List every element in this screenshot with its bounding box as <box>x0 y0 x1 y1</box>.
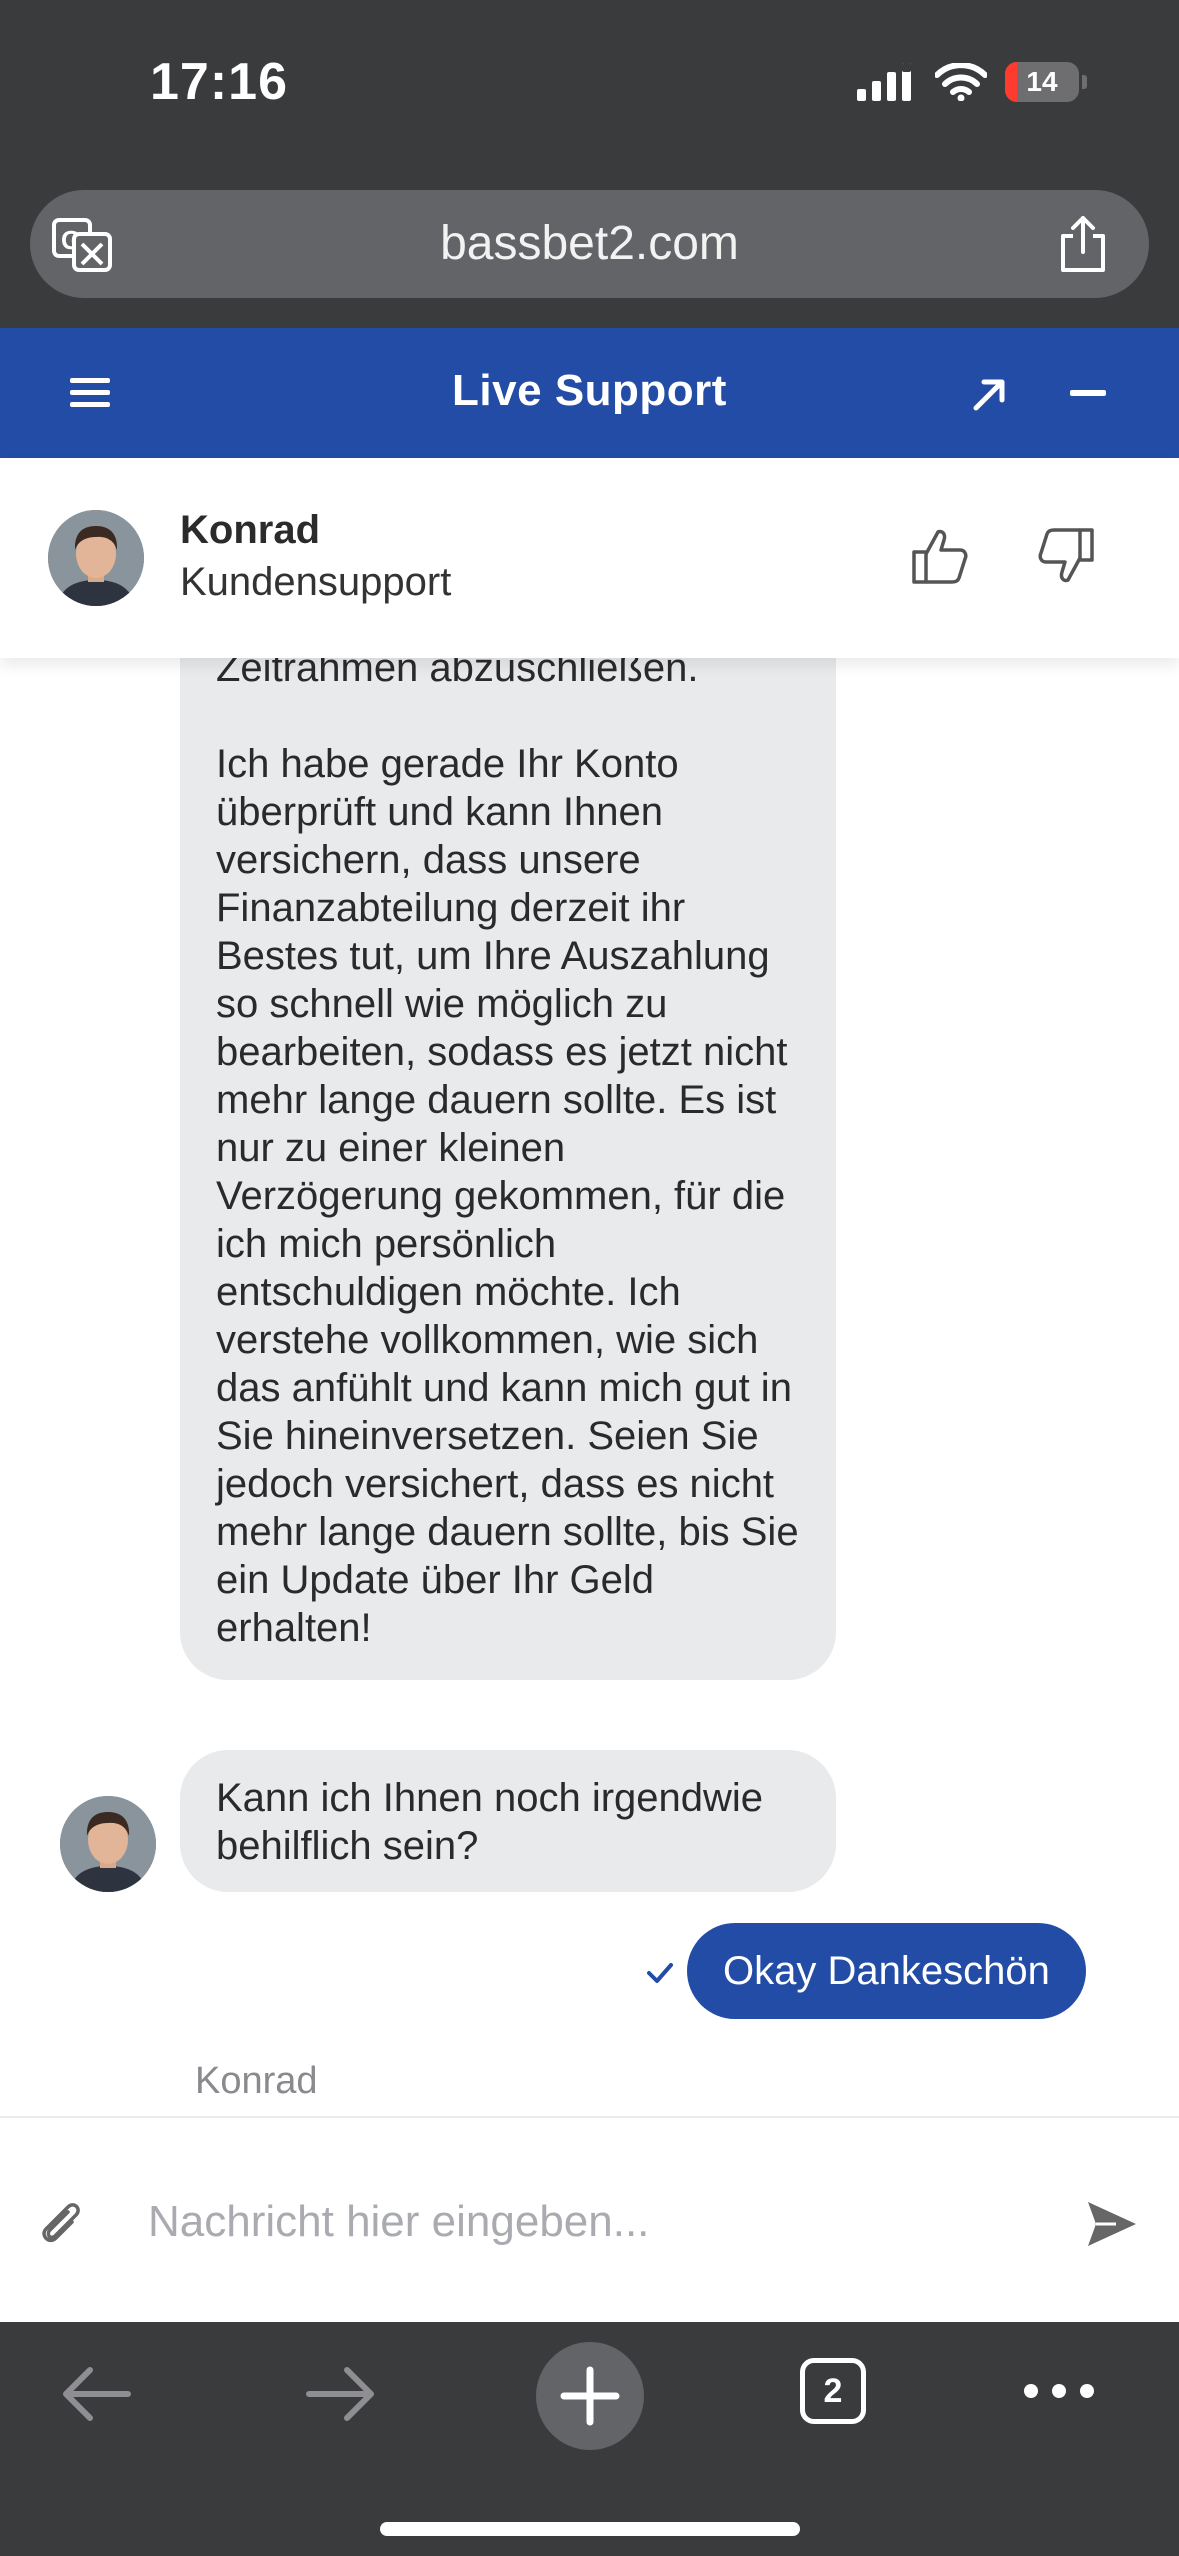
agent-card: Konrad Kundensupport <box>0 458 1179 658</box>
status-icons: 14 <box>855 62 1087 102</box>
plus-icon <box>560 2366 620 2426</box>
chat-messages[interactable]: Zeitrahmen abzuschließen. Ich habe gerad… <box>0 658 1179 2116</box>
home-indicator <box>380 2522 800 2536</box>
agent-message-bubble: Kann ich Ihnen noch irgendwie behilflich… <box>180 1750 836 1892</box>
wifi-icon <box>935 63 987 101</box>
share-icon[interactable] <box>1057 214 1109 274</box>
more-options-icon[interactable] <box>1024 2384 1094 2398</box>
agent-role: Kundensupport <box>180 560 452 604</box>
typing-indicator-name: Konrad <box>195 2060 318 2102</box>
user-message-bubble: Okay Dankeschön <box>687 1923 1086 2019</box>
message-composer <box>0 2116 1179 2324</box>
agent-message-avatar <box>60 1796 156 1892</box>
url-text: bassbet2.com <box>440 217 739 270</box>
status-time: 17:16 <box>150 53 288 111</box>
new-tab-button[interactable] <box>536 2342 644 2450</box>
back-arrow-icon[interactable] <box>60 2366 132 2422</box>
expand-popout-icon[interactable] <box>972 376 1008 412</box>
send-icon[interactable] <box>1086 2198 1138 2250</box>
address-bar[interactable]: G bassbet2.com <box>30 190 1149 298</box>
agent-name: Konrad <box>180 508 320 552</box>
battery-icon: 14 <box>1005 62 1087 102</box>
thumbs-down-icon[interactable] <box>1036 526 1096 586</box>
battery-level: 14 <box>1026 66 1058 97</box>
paperclip-icon[interactable] <box>38 2200 84 2246</box>
tabs-count-button[interactable]: 2 <box>800 2358 866 2424</box>
status-bar: 17:16 14 <box>0 0 1179 170</box>
message-input[interactable] <box>148 2184 1028 2260</box>
message-sent-check-icon <box>647 1963 673 1983</box>
browser-toolbar-top: G bassbet2.com <box>0 170 1179 328</box>
live-support-header: Live Support <box>0 328 1179 458</box>
thumbs-up-icon[interactable] <box>910 526 970 586</box>
cellular-signal-icon <box>857 63 911 101</box>
agent-message-bubble: Zeitrahmen abzuschließen. Ich habe gerad… <box>180 658 836 1680</box>
browser-toolbar-bottom: 2 <box>0 2322 1179 2556</box>
minimize-icon[interactable] <box>1070 390 1106 396</box>
forward-arrow-icon[interactable] <box>305 2366 377 2422</box>
agent-avatar <box>48 510 144 606</box>
